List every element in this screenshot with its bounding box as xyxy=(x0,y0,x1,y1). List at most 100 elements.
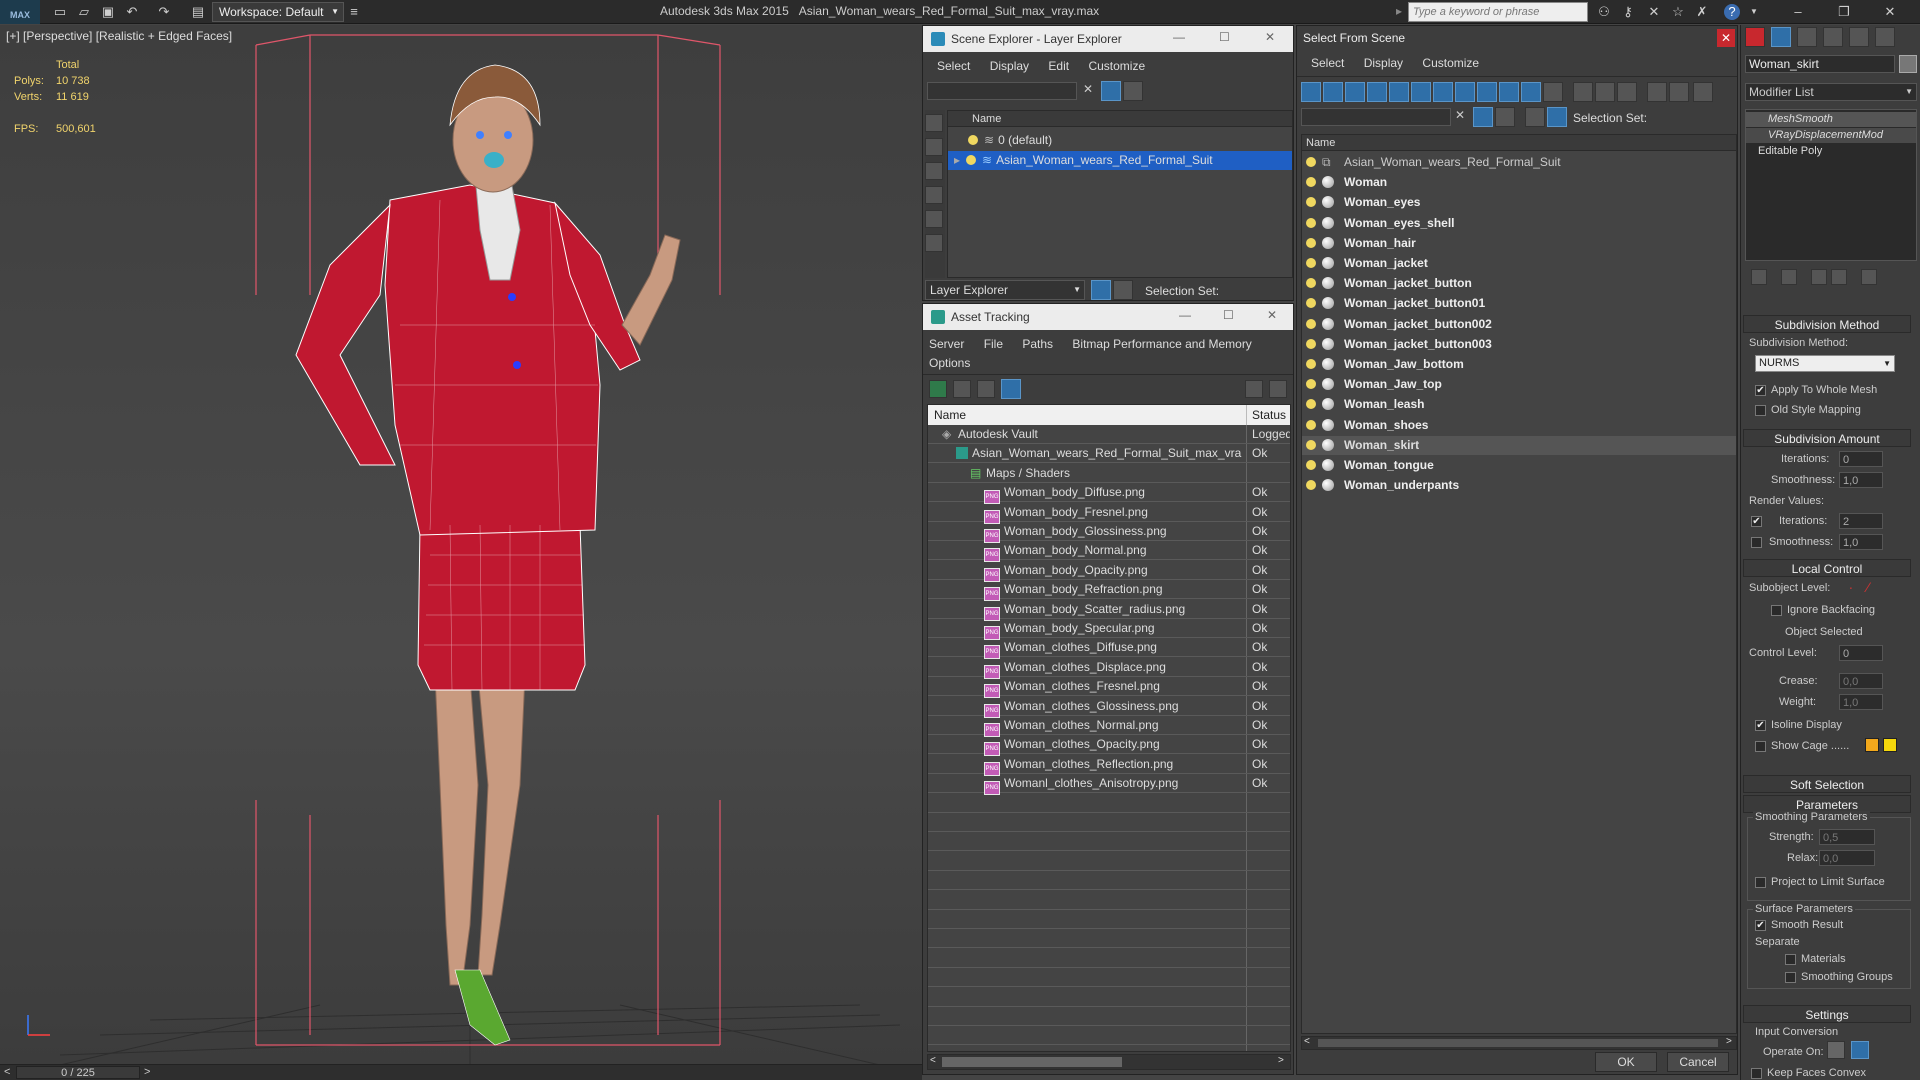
help-icon[interactable]: ? xyxy=(1724,4,1740,20)
asset-row[interactable]: PNG Woman_clothes_Displace.png Ok xyxy=(928,658,1290,679)
horizontal-scrollbar[interactable]: < > xyxy=(927,1054,1291,1070)
list-view-icon[interactable] xyxy=(953,380,971,398)
scroll-right-icon[interactable]: > xyxy=(1278,1055,1284,1066)
column-header-name[interactable]: Name xyxy=(934,405,966,425)
strength-spinner[interactable]: 0,5 xyxy=(1819,829,1875,845)
asset-row[interactable]: PNG Woman_body_Specular.png Ok xyxy=(928,619,1290,640)
object-row[interactable]: Woman_jacket xyxy=(1302,254,1736,273)
column-header-name[interactable]: Name xyxy=(948,111,1292,127)
filter-icon[interactable] xyxy=(1101,81,1121,101)
object-row[interactable]: Woman_eyes_shell xyxy=(1302,214,1736,233)
create-tab-icon[interactable] xyxy=(1745,27,1765,47)
smooth-result-checkbox[interactable]: ✔ xyxy=(1755,920,1766,931)
menu-customize[interactable]: Customize xyxy=(1422,56,1479,70)
object-row[interactable]: Woman_jacket_button xyxy=(1302,274,1736,293)
show-cage-checkbox[interactable] xyxy=(1755,741,1766,752)
workspace-dropdown[interactable]: Workspace: Default ▼ xyxy=(212,2,344,22)
column-header-status[interactable]: Status xyxy=(1246,405,1286,425)
object-row[interactable]: Woman_Jaw_top xyxy=(1302,375,1736,394)
close-icon[interactable]: ✕ xyxy=(1717,29,1735,47)
object-row[interactable]: Woman_shoes xyxy=(1302,416,1736,435)
stack-item-editable-poly[interactable]: Editable Poly xyxy=(1746,144,1916,159)
display-cameras-icon[interactable] xyxy=(1367,82,1387,102)
favorites-icon[interactable]: ☆ xyxy=(1670,4,1686,20)
display-cameras-icon[interactable] xyxy=(925,234,943,252)
display-geometry-icon[interactable] xyxy=(1301,82,1321,102)
modify-tab-icon[interactable] xyxy=(1771,27,1791,47)
asset-row[interactable]: PNG Woman_body_Refraction.png Ok xyxy=(928,580,1290,602)
remove-modifier-icon[interactable] xyxy=(1831,269,1847,285)
next-frame-icon[interactable]: > xyxy=(144,1066,150,1078)
find-input[interactable] xyxy=(927,82,1077,100)
object-row[interactable]: Woman_jacket_button002 xyxy=(1302,315,1736,334)
render-smoothness-checkbox[interactable] xyxy=(1751,537,1762,548)
invert-display-icon[interactable] xyxy=(1617,82,1637,102)
select-from-scene-titlebar[interactable]: Select From Scene xyxy=(1297,26,1737,50)
selection-color-swatch[interactable] xyxy=(1883,738,1897,752)
display-containers-icon[interactable] xyxy=(1499,82,1519,102)
hierarchy-tab-icon[interactable] xyxy=(1797,27,1817,47)
asset-row[interactable]: ◈ Autodesk Vault Logged xyxy=(928,425,1290,444)
render-iterations-spinner[interactable]: 2 xyxy=(1839,513,1883,529)
light-bulb-icon[interactable] xyxy=(1306,318,1316,329)
light-bulb-icon[interactable] xyxy=(1306,379,1316,390)
scroll-right-icon[interactable]: > xyxy=(1726,1036,1732,1047)
collapse-icon[interactable] xyxy=(1693,82,1713,102)
operate-on-polygons-icon[interactable] xyxy=(1851,1041,1869,1059)
old-style-mapping-checkbox[interactable] xyxy=(1755,405,1766,416)
modifier-list-dropdown[interactable]: Modifier List ▼ xyxy=(1745,83,1917,101)
object-row[interactable]: Woman_jacket_button01 xyxy=(1302,294,1736,313)
key-icon[interactable]: ⚷ xyxy=(1620,4,1636,20)
apply-whole-mesh-checkbox[interactable]: ✔ xyxy=(1755,385,1766,396)
find-input[interactable] xyxy=(1301,108,1451,126)
render-iterations-checkbox[interactable]: ✔ xyxy=(1751,516,1762,527)
separate-smoothing-groups-checkbox[interactable] xyxy=(1785,972,1796,983)
perspective-viewport[interactable]: [+] [Perspective] [Realistic + Edged Fac… xyxy=(0,25,922,1069)
ok-button[interactable]: OK xyxy=(1595,1052,1657,1072)
rollout-soft-selection[interactable]: Soft Selection xyxy=(1743,775,1911,793)
asset-row[interactable]: ▤ Maps / Shaders xyxy=(928,464,1290,483)
menu-bitmap-performance[interactable]: Bitmap Performance and Memory xyxy=(1072,337,1251,351)
workspace-menu-icon[interactable]: ≡ xyxy=(346,4,362,20)
community-icon[interactable]: ✕ xyxy=(1646,4,1662,20)
object-row[interactable]: Woman_hair xyxy=(1302,234,1736,253)
motion-tab-icon[interactable] xyxy=(1823,27,1843,47)
light-bulb-icon[interactable] xyxy=(1306,480,1316,491)
frame-counter[interactable]: 0 / 225 xyxy=(16,1066,140,1079)
isoline-display-checkbox[interactable]: ✔ xyxy=(1755,720,1766,731)
scrollbar-thumb[interactable] xyxy=(1318,1039,1718,1047)
light-bulb-icon[interactable] xyxy=(1306,258,1316,268)
maximize-icon[interactable]: ☐ xyxy=(1219,30,1230,44)
cage-color-swatch[interactable] xyxy=(1865,738,1879,752)
layer-row-default[interactable]: ≋ 0 (default) xyxy=(968,131,1288,150)
menu-display[interactable]: Display xyxy=(1364,56,1403,70)
menu-paths[interactable]: Paths xyxy=(1022,337,1053,351)
render-smoothness-spinner[interactable]: 1,0 xyxy=(1839,534,1883,550)
asset-row[interactable]: PNG Woman_body_Normal.png Ok xyxy=(928,541,1290,563)
scrollbar-thumb[interactable] xyxy=(942,1057,1122,1067)
menu-file[interactable]: File xyxy=(984,337,1003,351)
layer-mode-icon[interactable] xyxy=(1525,107,1545,127)
prev-frame-icon[interactable]: < xyxy=(4,1066,10,1078)
vertex-level-icon[interactable]: ∙ xyxy=(1849,579,1853,595)
smoothness-spinner[interactable]: 1,0 xyxy=(1839,472,1883,488)
thumbnail-view-icon[interactable] xyxy=(977,380,995,398)
asset-row[interactable]: PNG Woman_body_Fresnel.png Ok xyxy=(928,503,1290,524)
subdivision-method-dropdown[interactable]: NURMS ▼ xyxy=(1755,355,1895,372)
object-row[interactable]: Woman_eyes xyxy=(1302,193,1736,212)
display-hidden-icon[interactable] xyxy=(1543,82,1563,102)
binoculars-icon[interactable]: ⚇ xyxy=(1596,4,1612,20)
asset-row[interactable]: PNG Woman_clothes_Fresnel.png Ok xyxy=(928,677,1290,699)
edge-level-icon[interactable]: ⁄ xyxy=(1867,579,1869,595)
asset-row[interactable]: PNG Woman_body_Opacity.png Ok xyxy=(928,561,1290,582)
menu-customize[interactable]: Customize xyxy=(1088,59,1145,73)
display-helpers-icon[interactable] xyxy=(1389,82,1409,102)
display-shapes-icon[interactable] xyxy=(925,186,943,204)
undo-icon[interactable]: ↶ xyxy=(124,4,140,20)
object-color-swatch[interactable] xyxy=(1899,55,1917,73)
asset-row[interactable]: PNG Woman_clothes_Glossiness.png Ok xyxy=(928,697,1290,718)
light-bulb-icon[interactable] xyxy=(1306,197,1316,208)
light-bulb-icon[interactable] xyxy=(1306,399,1316,410)
clear-find-icon[interactable]: ✕ xyxy=(1083,82,1093,96)
display-frozen-icon[interactable] xyxy=(1521,82,1541,102)
